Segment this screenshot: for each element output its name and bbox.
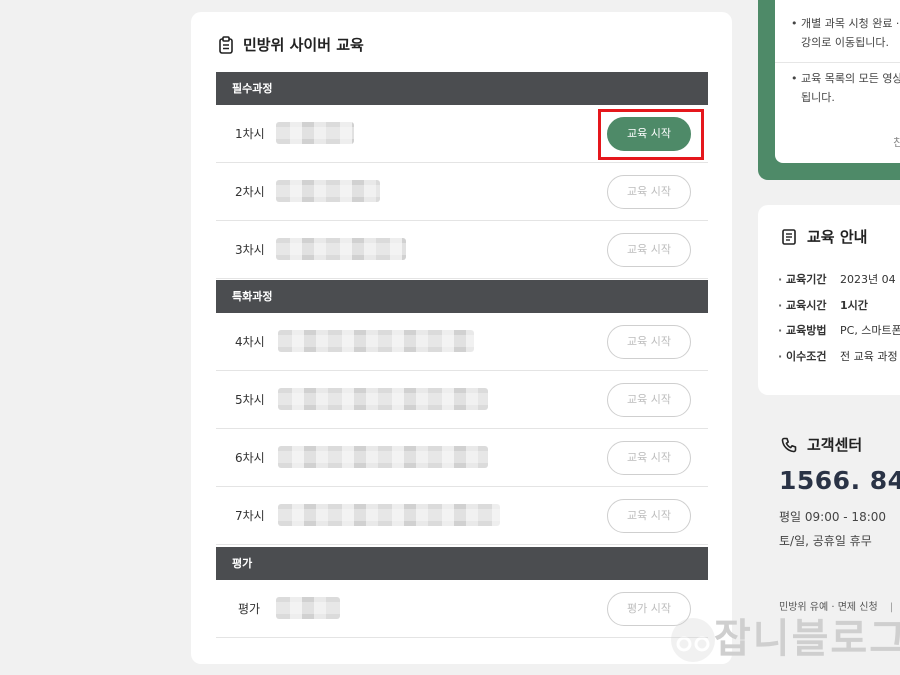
lesson-label: 6차시 [235,451,265,465]
notice-line: • 개별 과목 시청 완료 · [791,17,900,30]
redacted-title [276,238,406,260]
info-value: 2023년 04 [840,273,896,286]
lesson-row-4: 4차시 교육 시작 [216,313,708,371]
notice-link-fragment[interactable]: 친 [893,134,900,150]
info-item: 교육방법PC, 스마트폰 [778,322,900,338]
info-item: 이수조건전 교육 과정 [778,348,898,364]
phone-icon [781,437,797,452]
lesson-row-2: 2차시 교육 시작 [216,163,708,221]
highlight-box [598,109,704,160]
section-header-evaluation: 평가 [216,547,708,580]
document-icon [782,228,796,245]
info-value: 전 교육 과정 [840,350,898,363]
weekend-hours: 토/일, 공휴일 휴무 [779,534,872,548]
lesson-label: 2차시 [235,185,265,199]
notice-line: • 교육 목록의 모든 영상 [791,72,900,85]
info-key: 교육기간 [778,271,840,287]
clipboard-icon [219,35,233,54]
info-item: 교육기간2023년 04 [778,271,896,287]
card-title-text: 민방위 사이버 교육 [243,36,364,54]
redacted-title [276,180,380,202]
lesson-label: 1차시 [235,127,265,141]
lesson-label: 4차시 [235,335,265,349]
start-lesson-button[interactable]: 교육 시작 [607,233,691,267]
lesson-row-7: 7차시 교육 시작 [216,487,708,545]
lesson-label: 7차시 [235,509,265,523]
start-lesson-button[interactable]: 교육 시작 [607,383,691,417]
redacted-title [278,504,500,526]
phone-number: 1566. 844 [779,466,900,495]
evaluation-row: 평가 평가 시작 [216,580,708,638]
watermark-text: 잡니블로그 [714,616,900,662]
info-key: 이수조건 [778,348,840,364]
card-title: 민방위 사이버 교육 [217,34,364,55]
start-lesson-button[interactable]: 교육 시작 [607,499,691,533]
redacted-title [278,446,488,468]
notice-divider [775,62,900,63]
info-value: 1시간 [840,299,868,312]
redacted-title [276,122,354,144]
notice-line: 됩니다. [801,91,835,104]
education-info-title: 교육 안내 [780,226,867,247]
start-lesson-button[interactable]: 교육 시작 [607,175,691,209]
redacted-title [276,597,340,619]
info-item: 교육시간1시간 [778,297,868,313]
redacted-title [278,330,474,352]
lesson-row-5: 5차시 교육 시작 [216,371,708,429]
lesson-label: 5차시 [235,393,265,407]
evaluation-label: 평가 [238,602,261,616]
start-lesson-button[interactable]: 교육 시작 [607,325,691,359]
notice-line: 강의로 이동됩니다. [801,36,889,49]
customer-center-title-text: 고객센터 [807,436,863,454]
info-key: 교육시간 [778,297,840,313]
info-value: PC, 스마트폰 [840,324,900,337]
section-header-required: 필수과정 [216,72,708,105]
education-info-title-text: 교육 안내 [807,228,868,246]
lesson-row-3: 3차시 교육 시작 [216,221,708,279]
weekday-hours: 평일 09:00 - 18:00 [779,510,887,524]
redacted-title [278,388,488,410]
lesson-row-6: 6차시 교육 시작 [216,429,708,487]
info-key: 교육방법 [778,322,840,338]
lesson-label: 3차시 [235,243,265,257]
start-lesson-button[interactable]: 교육 시작 [607,441,691,475]
section-header-special: 특화과정 [216,280,708,313]
customer-center-title: 고객센터 [780,434,862,455]
